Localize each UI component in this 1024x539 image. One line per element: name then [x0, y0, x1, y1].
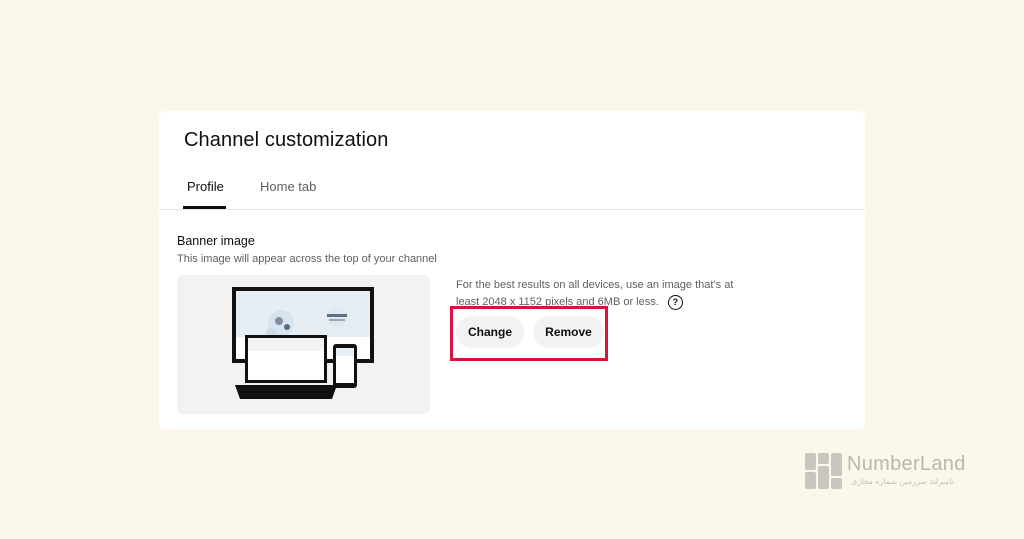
help-icon[interactable]: ?: [667, 294, 683, 310]
watermark: NumberLand نامبرلند سرزمین شماره مجازی: [805, 453, 980, 493]
tv-banner-area: [236, 291, 370, 337]
tab-home[interactable]: Home tab: [260, 179, 316, 194]
channel-customization-card: Channel customization Profile Home tab B…: [159, 111, 865, 429]
banner-preview: [177, 275, 430, 414]
highlight-box: [450, 306, 608, 361]
banner-section-description: This image will appear across the top of…: [177, 253, 437, 265]
devices-illustration: [232, 287, 374, 399]
numberland-logo-icon: [805, 453, 842, 489]
banner-info-text: For the best results on all devices, use…: [456, 279, 734, 308]
tab-profile[interactable]: Profile: [187, 179, 224, 194]
page-title: Channel customization: [184, 129, 389, 151]
watermark-tagline: نامبرلند سرزمین شماره مجازی: [851, 477, 955, 486]
active-tab-indicator: [183, 206, 226, 209]
laptop-base: [235, 385, 337, 399]
tab-bar: Profile Home tab: [159, 167, 865, 210]
watermark-brand: NumberLand: [847, 453, 966, 475]
banner-section-title: Banner image: [177, 234, 255, 248]
